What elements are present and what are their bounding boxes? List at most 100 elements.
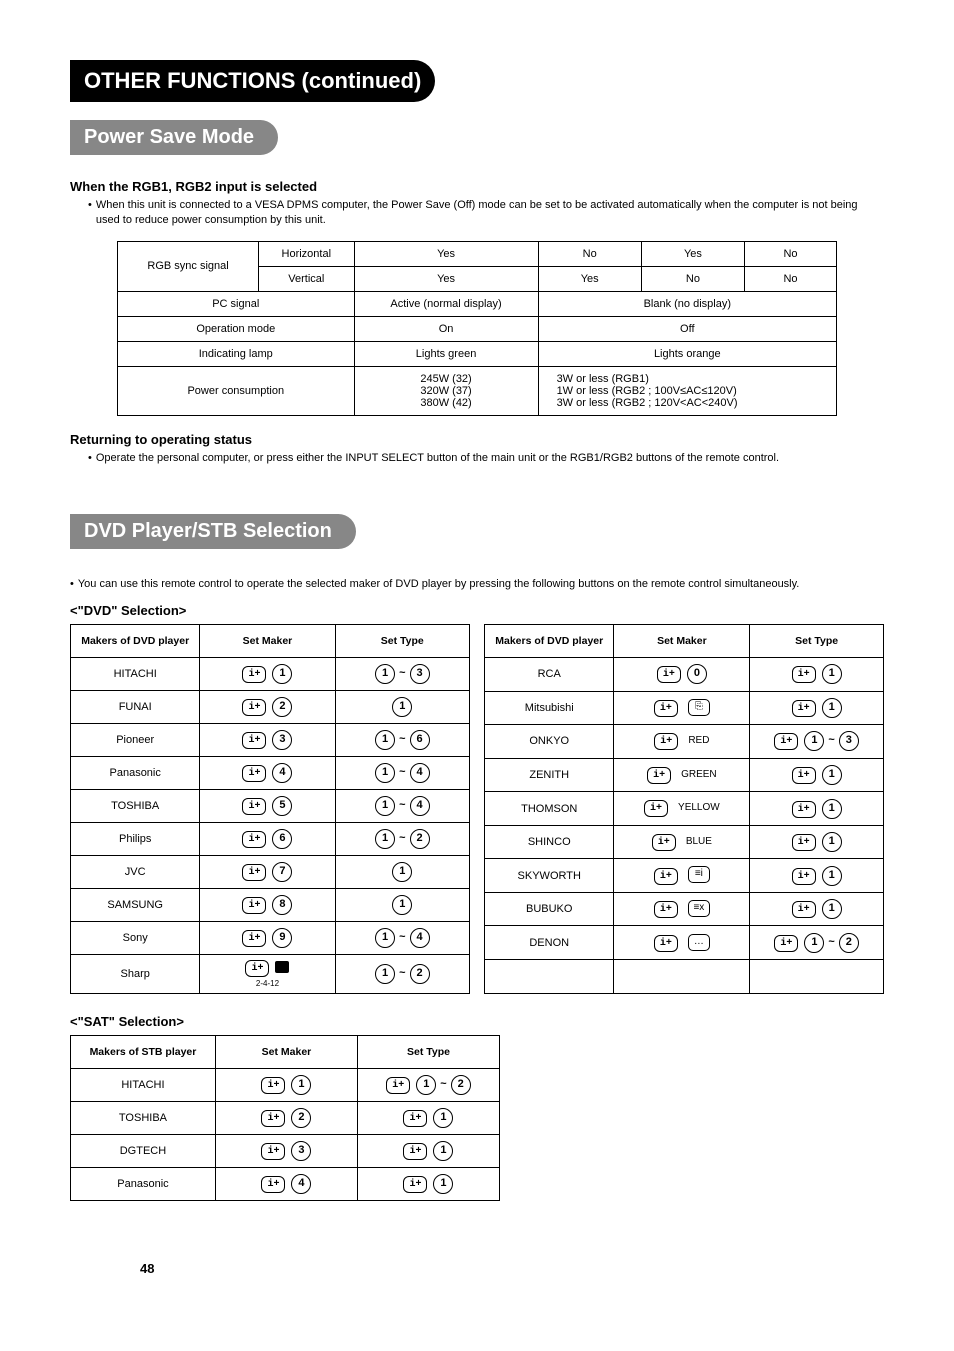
- iplus-icon: i+: [261, 1176, 285, 1193]
- num-button: 1: [375, 829, 395, 849]
- settype-cell: i+1~2: [750, 926, 884, 960]
- num-button: 1: [822, 832, 842, 852]
- lamp-label: Indicating lamp: [118, 341, 355, 366]
- settype-cell: 1~2: [335, 954, 469, 993]
- num-button: 2: [410, 964, 430, 984]
- sm-note: 2-4-12: [208, 979, 326, 988]
- returning-note: •Operate the personal computer, or press…: [88, 451, 884, 466]
- h-yes: Yes: [354, 241, 538, 266]
- maker-cell: Pioneer: [71, 723, 200, 756]
- table-row: Panasonici+41~4: [71, 756, 470, 789]
- vert-label: Vertical: [259, 266, 354, 291]
- page-number: 48: [140, 1261, 154, 1276]
- power-save-title: Power Save Mode: [70, 120, 278, 155]
- maker-cell: Panasonic: [71, 756, 200, 789]
- iplus-icon: i+: [242, 798, 266, 815]
- setmaker-cell: i+8: [200, 888, 335, 921]
- table-row: Panasonici+4i+1: [71, 1167, 500, 1200]
- maker-cell: TOSHIBA: [71, 789, 200, 822]
- num-button: 1: [375, 763, 395, 783]
- glyph-button: ⎘: [688, 699, 710, 716]
- settype-cell: i+1: [750, 892, 884, 926]
- num-button: 1: [375, 664, 395, 684]
- table-row: SAMSUNGi+81: [71, 888, 470, 921]
- sat-col-settype: Set Type: [357, 1035, 499, 1068]
- color-button: RED: [688, 735, 709, 746]
- settype-cell: 1~4: [335, 789, 469, 822]
- num-button: 3: [272, 730, 292, 750]
- num-button: 2: [291, 1108, 311, 1128]
- v-yes: Yes: [354, 266, 538, 291]
- iplus-icon: i+: [774, 733, 798, 750]
- iplus-icon: i+: [654, 868, 678, 885]
- iplus-icon: i+: [792, 901, 816, 918]
- settype-cell: 1~4: [335, 756, 469, 789]
- returning-heading: Returning to operating status: [70, 432, 884, 447]
- maker-cell: BUBUKO: [485, 892, 614, 926]
- num-button: 5: [272, 796, 292, 816]
- iplus-icon: i+: [242, 930, 266, 947]
- num-button: 1: [822, 664, 842, 684]
- table-row: [485, 960, 884, 994]
- v-yes2: Yes: [538, 266, 641, 291]
- iplus-icon: i+: [792, 868, 816, 885]
- setmaker-cell: i+3: [200, 723, 335, 756]
- num-button: 2: [272, 697, 292, 717]
- iplus-icon: i+: [654, 901, 678, 918]
- power-on: 245W (32) 320W (37) 380W (42): [354, 366, 538, 415]
- table-row: Sharpi+2-4-121~2: [71, 954, 470, 993]
- pc-blank: Blank (no display): [538, 291, 836, 316]
- table-row: THOMSONi+YELLOWi+1: [485, 792, 884, 826]
- maker-cell: SKYWORTH: [485, 859, 614, 893]
- table-row: SHINCOi+BLUEi+1: [485, 825, 884, 859]
- table-row: SKYWORTHi+≡ii+1: [485, 859, 884, 893]
- iplus-icon: i+: [652, 834, 676, 851]
- dvd-table-right: Makers of DVD player Set Maker Set Type …: [484, 624, 884, 994]
- op-mode-label: Operation mode: [118, 316, 355, 341]
- iplus-icon: i+: [242, 831, 266, 848]
- iplus-icon: i+: [774, 935, 798, 952]
- table-row: JVCi+71: [71, 855, 470, 888]
- table-row: Mitsubishii+⎘i+1: [485, 691, 884, 725]
- table-row: DENONi+…i+1~2: [485, 926, 884, 960]
- setmaker-cell: i+7: [200, 855, 335, 888]
- num-button: 8: [272, 895, 292, 915]
- iplus-icon: i+: [792, 666, 816, 683]
- iplus-icon: i+: [245, 960, 269, 977]
- iplus-icon: i+: [657, 666, 681, 683]
- color-button: YELLOW: [678, 802, 720, 813]
- settype-cell: i+1: [357, 1134, 499, 1167]
- num-button: 1: [375, 928, 395, 948]
- table-row: HITACHIi+1i+1~2: [71, 1068, 500, 1101]
- num-button: 1: [291, 1075, 311, 1095]
- iplus-icon: i+: [403, 1110, 427, 1127]
- setmaker-cell: i+≡x: [614, 892, 750, 926]
- num-button: 1: [433, 1108, 453, 1128]
- glyph-button: …: [688, 934, 710, 951]
- num-button: 1: [416, 1075, 436, 1095]
- iplus-icon: i+: [403, 1176, 427, 1193]
- table-row: TOSHIBA i+ 5 1~4: [71, 789, 470, 822]
- power-save-note: •When this unit is connected to a VESA D…: [88, 198, 884, 229]
- setmaker-cell: i+1: [200, 657, 335, 690]
- page-section-header: OTHER FUNCTIONS (continued): [70, 60, 435, 102]
- h-yes2: Yes: [641, 241, 744, 266]
- maker-cell: HITACHI: [71, 657, 200, 690]
- num-button: 1: [392, 862, 412, 882]
- num-button: 6: [272, 829, 292, 849]
- num-button: 0: [687, 664, 707, 684]
- iplus-icon: i+: [242, 666, 266, 683]
- setmaker-cell: i+RED: [614, 725, 750, 759]
- color-button: GREEN: [681, 769, 717, 780]
- settype-cell: 1: [335, 888, 469, 921]
- maker-cell: SAMSUNG: [71, 888, 200, 921]
- sat-col-maker: Makers of STB player: [71, 1035, 216, 1068]
- horiz-label: Horizontal: [259, 241, 354, 266]
- setmaker-cell: i+ 5: [200, 789, 335, 822]
- settype-cell: i+1: [750, 825, 884, 859]
- iplus-icon: i+: [654, 700, 678, 717]
- table-row: Sonyi+91~4: [71, 921, 470, 954]
- num-button: 3: [291, 1141, 311, 1161]
- settype-cell: 1: [335, 855, 469, 888]
- maker-cell: Panasonic: [71, 1167, 216, 1200]
